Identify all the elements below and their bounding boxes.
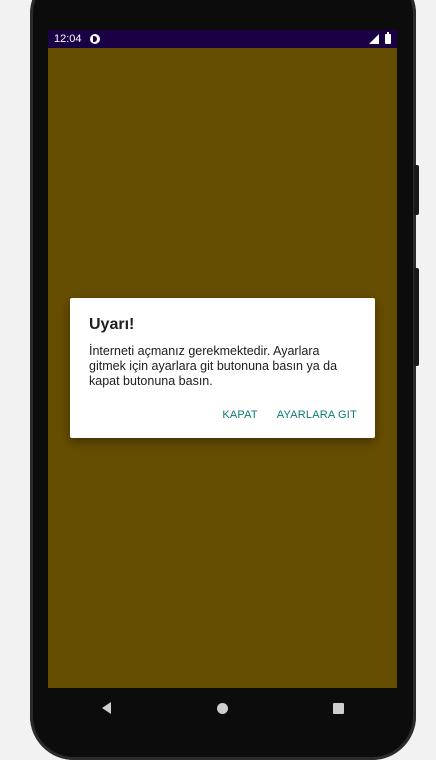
back-icon — [101, 702, 111, 714]
dialog-title: Uyarı! — [89, 316, 135, 333]
navigation-bar — [48, 688, 397, 728]
signal-icon — [369, 34, 379, 44]
close-button[interactable]: KAPAT — [222, 409, 257, 421]
volume-button[interactable] — [414, 268, 419, 366]
dialog-message: İnterneti açmanız gerekmektedir. Ayarlar… — [89, 344, 338, 388]
data-saver-icon — [89, 34, 100, 44]
dialog-actions: KAPAT AYARLARA GIT — [222, 409, 357, 421]
power-button[interactable] — [414, 165, 419, 215]
home-button[interactable] — [202, 688, 242, 728]
home-icon — [216, 702, 228, 714]
battery-icon — [385, 32, 391, 44]
back-button[interactable] — [86, 688, 126, 728]
status-time: 12:04 — [54, 33, 82, 45]
recent-apps-icon — [333, 702, 345, 714]
status-bar: 12:04 — [48, 30, 397, 48]
recent-apps-button[interactable] — [319, 688, 359, 728]
alert-dialog: Uyarı! İnterneti açmanız gerekmektedir. … — [70, 298, 375, 438]
go-to-settings-button[interactable]: AYARLARA GIT — [277, 409, 357, 421]
